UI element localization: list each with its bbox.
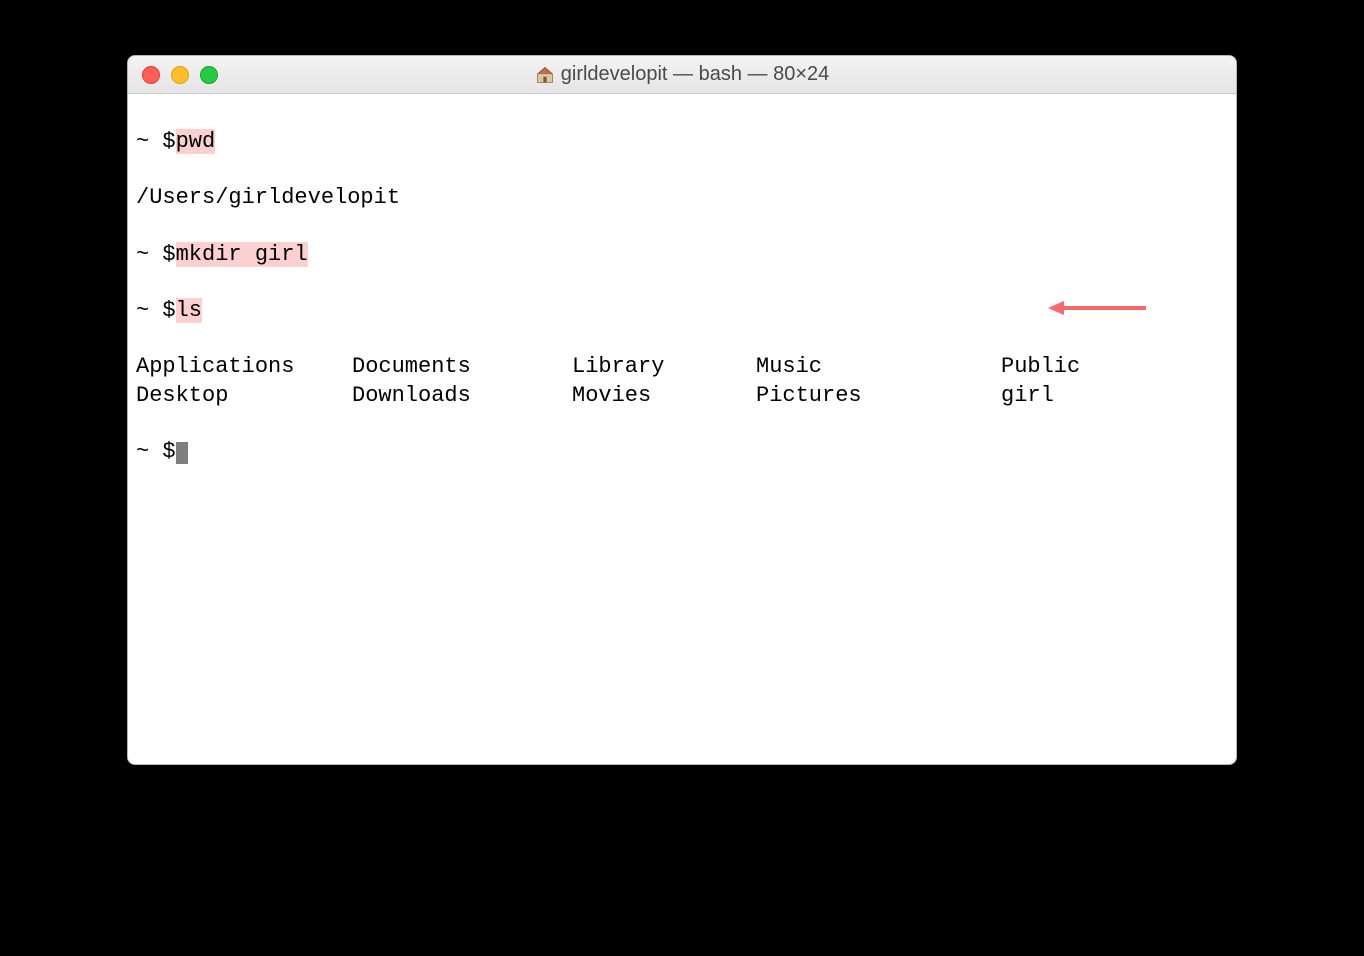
- ls-item: Pictures: [756, 382, 1001, 410]
- titlebar[interactable]: girldevelopit — bash — 80×24: [128, 56, 1236, 94]
- maximize-button[interactable]: [200, 66, 218, 84]
- prompt: ~ $: [136, 129, 176, 154]
- ls-item: Library: [572, 353, 756, 381]
- terminal-body[interactable]: ~ $pwd /Users/girldevelopit ~ $mkdir gir…: [128, 94, 1236, 764]
- home-icon: [535, 65, 555, 85]
- minimize-button[interactable]: [171, 66, 189, 84]
- window-buttons: [142, 66, 218, 84]
- terminal-line: ~ $pwd: [136, 128, 1228, 156]
- prompt: ~ $: [136, 439, 176, 464]
- window-title: girldevelopit — bash — 80×24: [140, 63, 1224, 86]
- ls-item: Applications: [136, 353, 352, 381]
- ls-item: Movies: [572, 382, 756, 410]
- terminal-output: /Users/girldevelopit: [136, 184, 1228, 212]
- command-mkdir: mkdir girl: [176, 242, 308, 267]
- ls-item: Documents: [352, 353, 572, 381]
- window-title-text: girldevelopit — bash — 80×24: [561, 63, 830, 86]
- ls-item: Music: [756, 353, 1001, 381]
- ls-item: Downloads: [352, 382, 572, 410]
- arrow-annotation-icon: [1048, 243, 1146, 374]
- command-pwd: pwd: [176, 129, 216, 154]
- prompt: ~ $: [136, 298, 176, 323]
- ls-item-highlighted: girl: [1001, 382, 1228, 410]
- ls-item: Desktop: [136, 382, 352, 410]
- terminal-window: girldevelopit — bash — 80×24 ~ $pwd /Use…: [127, 55, 1237, 765]
- prompt: ~ $: [136, 242, 176, 267]
- terminal-line: ~ $: [136, 438, 1228, 466]
- command-ls: ls: [176, 298, 202, 323]
- cursor: [176, 442, 188, 464]
- close-button[interactable]: [142, 66, 160, 84]
